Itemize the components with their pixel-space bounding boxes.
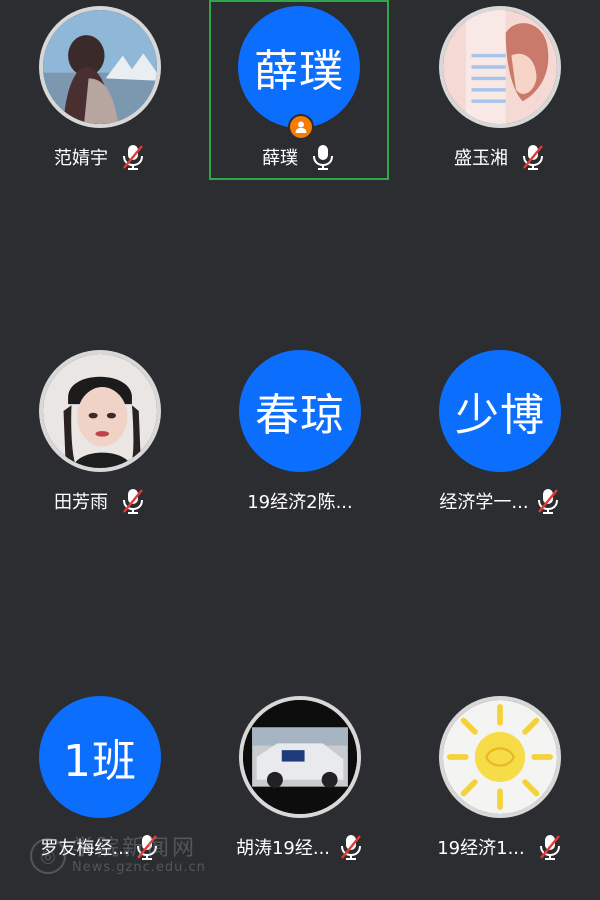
participant-tile[interactable]: 盛玉湘 <box>410 0 590 180</box>
participant-avatar: 薛璞 <box>238 6 360 128</box>
participant-tile-active-speaker[interactable]: 薛璞 薛璞 <box>209 0 389 180</box>
participant-tile[interactable]: 范婧宇 <box>10 0 190 180</box>
participant-avatar: 1班 <box>39 696 161 818</box>
participant-name: 薛璞 <box>262 148 298 169</box>
participant-name: 盛玉湘 <box>454 148 508 169</box>
mic-muted-icon[interactable] <box>537 833 563 861</box>
video-conference-grid: 范婧宇 薛璞 薛璞 盛玉湘 田芳雨 春琼 19经济2陈... 少博 经济学一..… <box>0 0 600 900</box>
participant-name: 经济学一... <box>439 492 529 513</box>
participant-name: 19经济1... <box>437 838 525 859</box>
participant-name: 范婧宇 <box>54 148 108 169</box>
participant-name: 19经济2陈... <box>247 492 353 513</box>
participant-name: 罗友梅经... <box>40 838 130 859</box>
portrait-photo-icon <box>39 350 161 472</box>
anime-photo-icon <box>439 6 561 128</box>
mic-muted-icon[interactable] <box>520 143 546 171</box>
host-icon <box>288 114 314 140</box>
participant-tile[interactable]: 胡涛19经... <box>210 690 390 870</box>
participant-tile[interactable]: 1班 罗友梅经... <box>10 690 190 870</box>
girl-photo-icon <box>39 6 161 128</box>
participant-avatar: 春琼 <box>239 350 361 472</box>
mic-muted-icon[interactable] <box>134 833 160 861</box>
participant-name: 胡涛19经... <box>235 838 331 859</box>
car-photo-icon <box>239 696 361 818</box>
mic-on-icon[interactable] <box>310 143 336 171</box>
participant-tile[interactable]: 春琼 19经济2陈... <box>210 344 390 524</box>
mic-muted-icon[interactable] <box>338 833 364 861</box>
mic-muted-icon[interactable] <box>120 487 146 515</box>
participant-tile[interactable]: 少博 经济学一... <box>410 344 590 524</box>
participant-name: 田芳雨 <box>54 492 108 513</box>
participant-tile[interactable]: 田芳雨 <box>10 344 190 524</box>
mic-muted-icon[interactable] <box>120 143 146 171</box>
mic-muted-icon[interactable] <box>535 487 561 515</box>
participant-tile[interactable]: 19经济1... <box>410 690 590 870</box>
sun-drawing-icon <box>439 696 561 818</box>
participant-avatar: 少博 <box>439 350 561 472</box>
